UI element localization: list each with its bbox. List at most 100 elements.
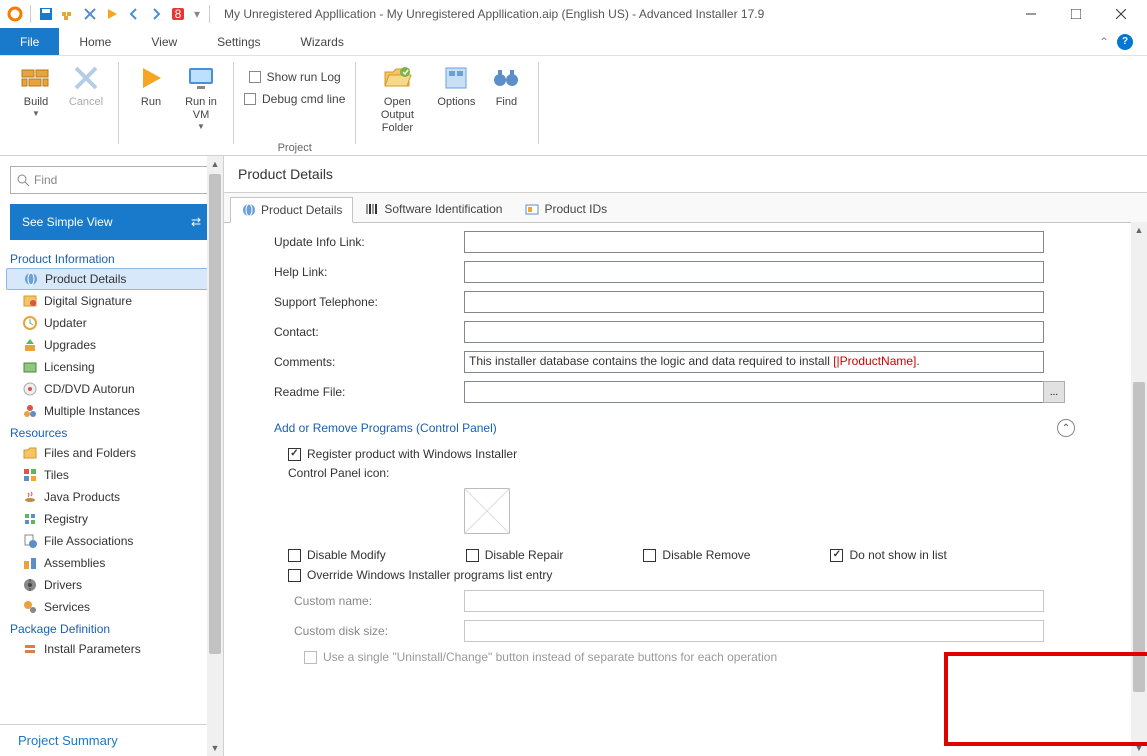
menu-settings[interactable]: Settings — [197, 28, 280, 55]
chk-disable-repair[interactable]: Disable Repair — [466, 548, 564, 562]
nav-files-folders[interactable]: Files and Folders — [0, 442, 223, 464]
app-icon — [7, 6, 23, 22]
tab-product-ids[interactable]: Product IDs — [513, 196, 618, 222]
ribbon-build-button[interactable]: Build ▼ — [14, 60, 58, 118]
run-icon[interactable] — [104, 6, 120, 22]
section-resources: Resources — [0, 422, 223, 442]
label-update-info: Update Info Link: — [274, 235, 464, 249]
chk-single-uninstall-button: Use a single "Uninstall/Change" button i… — [304, 650, 1147, 664]
build-icon[interactable] — [60, 6, 76, 22]
nav-registry[interactable]: Registry — [0, 508, 223, 530]
cancel-x-icon — [70, 62, 102, 94]
section-package-def: Package Definition — [0, 618, 223, 638]
folder-icon — [22, 445, 38, 461]
nav-file-associations[interactable]: File Associations — [0, 530, 223, 552]
collapse-icon[interactable]: ⌃ — [1057, 419, 1075, 437]
folder-open-icon — [381, 62, 413, 94]
nav-upgrades[interactable]: Upgrades — [0, 334, 223, 356]
nav-assemblies[interactable]: Assemblies — [0, 552, 223, 574]
menubar: File Home View Settings Wizards ⌃ ? — [0, 28, 1147, 56]
nav-services[interactable]: Services — [0, 596, 223, 618]
nav-drivers[interactable]: Drivers — [0, 574, 223, 596]
nav-multiple-instances[interactable]: Multiple Instances — [0, 400, 223, 422]
badge-icon[interactable]: 8 — [170, 6, 186, 22]
file-assoc-icon — [22, 533, 38, 549]
ribbon-open-output-button[interactable]: Open Output Folder — [366, 60, 428, 136]
globe-icon — [241, 202, 257, 218]
ribbon-group-project-label: Project — [278, 142, 312, 154]
barcode-icon — [364, 201, 380, 217]
brick-wall-icon — [20, 62, 52, 94]
input-contact[interactable] — [464, 321, 1044, 343]
nav-tiles[interactable]: Tiles — [0, 464, 223, 486]
menu-file[interactable]: File — [0, 28, 59, 55]
label-custom-name: Custom name: — [294, 594, 464, 608]
nav-java-products[interactable]: Java Products — [0, 486, 223, 508]
content-title: Product Details — [224, 156, 1147, 193]
options-icon — [440, 62, 472, 94]
sidebar-scrollbar[interactable]: ▲ ▼ — [207, 156, 223, 756]
ribbon-collapse-icon[interactable]: ⌃ — [1099, 35, 1109, 49]
see-simple-view-button[interactable]: See Simple View ⇄ — [10, 204, 213, 240]
svg-text:8: 8 — [175, 7, 182, 21]
control-panel-icon-preview[interactable] — [464, 488, 510, 534]
input-help-link[interactable] — [464, 261, 1044, 283]
dropdown-icon[interactable]: ▾ — [192, 6, 202, 22]
tab-software-identification[interactable]: Software Identification — [353, 196, 513, 222]
input-comments[interactable]: This installer database contains the log… — [464, 351, 1044, 373]
input-readme[interactable] — [464, 381, 1044, 403]
label-readme: Readme File: — [274, 385, 464, 399]
label-support-tel: Support Telephone: — [274, 295, 464, 309]
content-tabs: Product Details Software Identification … — [224, 193, 1147, 223]
ribbon-run-button[interactable]: Run — [129, 60, 173, 131]
updater-icon — [22, 315, 38, 331]
ribbon-find-button[interactable]: Find — [484, 60, 528, 136]
project-summary-button[interactable]: Project Summary — [0, 724, 223, 756]
nav-updater[interactable]: Updater — [0, 312, 223, 334]
section-product-info: Product Information — [0, 248, 223, 268]
nav-digital-signature[interactable]: Digital Signature — [0, 290, 223, 312]
ribbon-show-run-log[interactable]: Show run Log — [249, 70, 341, 84]
services-icon — [22, 599, 38, 615]
tab-product-details[interactable]: Product Details — [230, 197, 353, 223]
menu-home[interactable]: Home — [59, 28, 131, 55]
input-custom-name — [464, 590, 1044, 612]
chk-do-not-show[interactable]: Do not show in list — [830, 548, 946, 562]
content-scrollbar[interactable]: ▲ ▼ — [1131, 222, 1147, 756]
registry-icon — [22, 511, 38, 527]
maximize-button[interactable] — [1053, 0, 1098, 28]
nav-product-details[interactable]: Product Details — [6, 268, 217, 290]
id-icon — [524, 201, 540, 217]
licensing-icon — [22, 359, 38, 375]
back-icon[interactable] — [126, 6, 142, 22]
ribbon-options-button[interactable]: Options — [434, 60, 478, 136]
globe-icon — [23, 271, 39, 287]
browse-readme-button[interactable]: ... — [1043, 381, 1065, 403]
forward-icon[interactable] — [148, 6, 164, 22]
swap-icon: ⇄ — [191, 215, 201, 229]
input-support-tel[interactable] — [464, 291, 1044, 313]
cancel-icon[interactable] — [82, 6, 98, 22]
save-icon[interactable] — [38, 6, 54, 22]
find-input[interactable]: Find — [10, 166, 213, 194]
menu-view[interactable]: View — [131, 28, 197, 55]
instances-icon — [22, 403, 38, 419]
chk-register-product[interactable]: Register product with Windows Installer — [288, 447, 1147, 461]
input-update-info[interactable] — [464, 231, 1044, 253]
nav-cd-autorun[interactable]: CD/DVD Autorun — [0, 378, 223, 400]
label-custom-size: Custom disk size: — [294, 624, 464, 638]
help-icon[interactable]: ? — [1117, 34, 1133, 50]
tiles-icon — [22, 467, 38, 483]
chk-disable-remove[interactable]: Disable Remove — [643, 548, 750, 562]
nav-licensing[interactable]: Licensing — [0, 356, 223, 378]
menu-wizards[interactable]: Wizards — [281, 28, 364, 55]
ribbon-debug-cmd[interactable]: Debug cmd line — [244, 92, 345, 106]
nav-install-parameters[interactable]: Install Parameters — [0, 638, 223, 660]
java-icon — [22, 489, 38, 505]
minimize-button[interactable] — [1008, 0, 1053, 28]
upgrades-icon — [22, 337, 38, 353]
chk-disable-modify[interactable]: Disable Modify — [288, 548, 386, 562]
close-button[interactable] — [1098, 0, 1143, 28]
chk-override-list-entry[interactable]: Override Windows Installer programs list… — [288, 568, 1147, 582]
ribbon-run-vm-button[interactable]: Run in VM ▼ — [179, 60, 223, 131]
